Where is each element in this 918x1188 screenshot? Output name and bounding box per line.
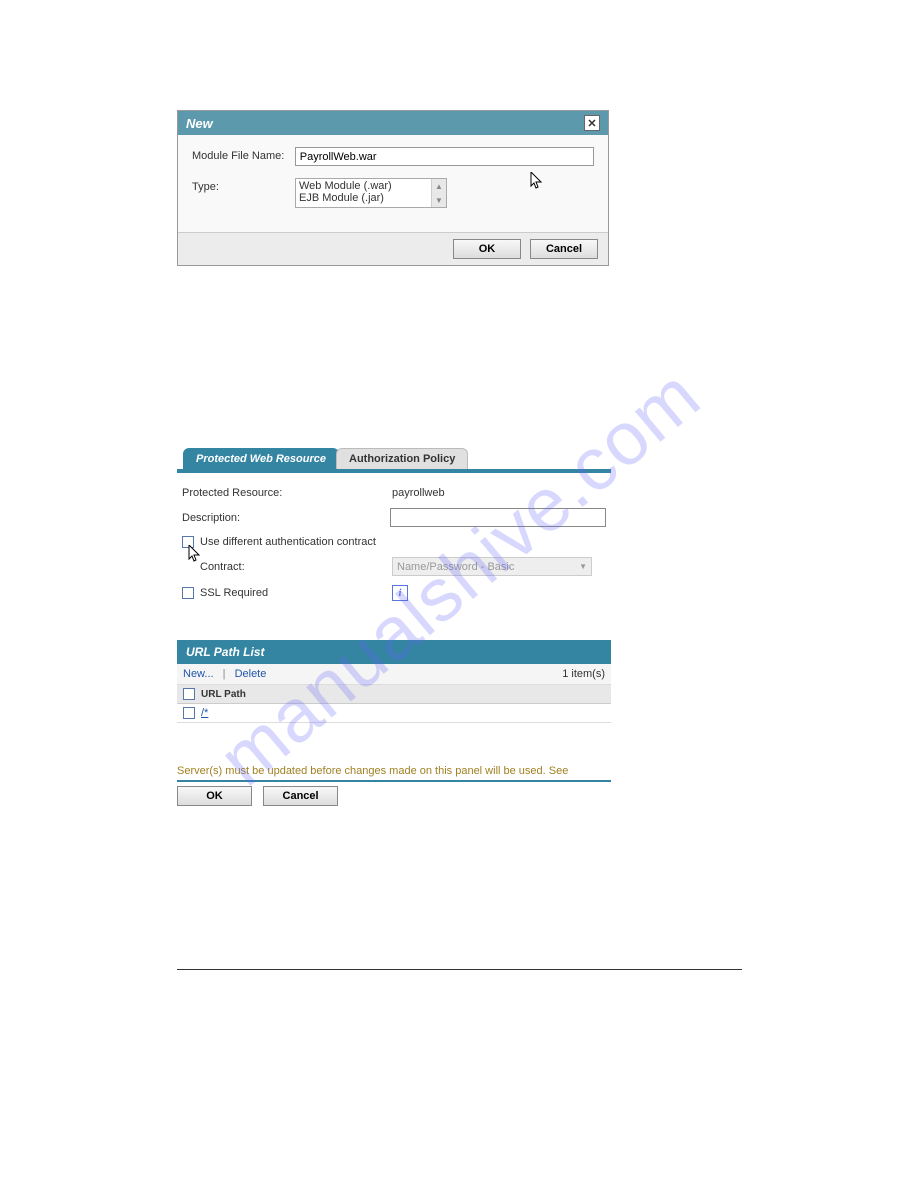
cursor-icon xyxy=(530,172,544,190)
action-buttons: OK Cancel xyxy=(177,786,611,806)
list-row: /* xyxy=(177,704,611,723)
list-column-header: URL Path xyxy=(177,685,611,704)
scroll-down-icon[interactable]: ▼ xyxy=(432,193,446,207)
dialog-body: Module File Name: Type: Web Module (.war… xyxy=(178,135,608,232)
tab-protected-resource[interactable]: Protected Web Resource xyxy=(183,448,339,469)
url-path-list-header: URL Path List xyxy=(177,640,611,664)
new-dialog: New ✕ Module File Name: Type: Web Module… xyxy=(177,110,609,266)
delete-link[interactable]: Delete xyxy=(235,668,267,680)
row-checkbox[interactable] xyxy=(183,707,195,719)
list-toolbar: New... | Delete 1 item(s) xyxy=(177,664,611,685)
ok-button[interactable]: OK xyxy=(453,239,521,259)
resource-panel: Protected Web Resource Authorization Pol… xyxy=(177,448,611,806)
resource-form: Protected Resource: payrollweb Descripti… xyxy=(177,473,611,615)
column-url-path: URL Path xyxy=(201,689,246,700)
description-input[interactable] xyxy=(390,508,606,527)
contract-value: Name/Password - Basic xyxy=(397,561,514,573)
module-file-input[interactable] xyxy=(295,147,594,166)
type-option-war[interactable]: Web Module (.war) xyxy=(299,180,428,192)
update-notice: Server(s) must be updated before changes… xyxy=(177,765,611,777)
separator: | xyxy=(223,668,226,680)
new-link[interactable]: New... xyxy=(183,668,214,680)
description-label: Description: xyxy=(182,512,390,524)
protected-resource-label: Protected Resource: xyxy=(182,487,392,499)
close-icon[interactable]: ✕ xyxy=(584,115,600,131)
item-count: 1 item(s) xyxy=(562,668,605,680)
type-label: Type: xyxy=(192,178,295,193)
type-option-jar[interactable]: EJB Module (.jar) xyxy=(299,192,428,204)
type-listbox[interactable]: Web Module (.war) EJB Module (.jar) ▲ ▼ xyxy=(295,178,447,208)
ssl-checkbox[interactable] xyxy=(182,587,194,599)
dialog-footer: OK Cancel xyxy=(178,232,608,265)
ssl-label: SSL Required xyxy=(200,587,268,599)
protected-resource-value: payrollweb xyxy=(392,487,445,499)
cancel-button[interactable]: Cancel xyxy=(530,239,598,259)
url-path-link[interactable]: /* xyxy=(201,707,208,719)
chevron-down-icon: ▼ xyxy=(579,562,587,571)
page-divider xyxy=(177,969,742,970)
info-icon[interactable]: i xyxy=(392,585,408,601)
listbox-scrollbar[interactable]: ▲ ▼ xyxy=(431,179,446,207)
scroll-up-icon[interactable]: ▲ xyxy=(432,179,446,193)
module-file-label: Module File Name: xyxy=(192,147,295,162)
dialog-title: New xyxy=(186,116,213,131)
select-all-checkbox[interactable] xyxy=(183,688,195,700)
cancel-button[interactable]: Cancel xyxy=(263,786,338,806)
ok-button[interactable]: OK xyxy=(177,786,252,806)
dialog-titlebar: New ✕ xyxy=(178,111,608,135)
tab-bar: Protected Web Resource Authorization Pol… xyxy=(183,448,611,469)
use-contract-label: Use different authentication contract xyxy=(200,536,376,548)
use-contract-checkbox[interactable] xyxy=(182,536,194,548)
contract-label: Contract: xyxy=(182,561,392,573)
tab-authorization-policy[interactable]: Authorization Policy xyxy=(336,448,468,469)
contract-select[interactable]: Name/Password - Basic ▼ xyxy=(392,557,592,576)
notice-divider xyxy=(177,780,611,782)
